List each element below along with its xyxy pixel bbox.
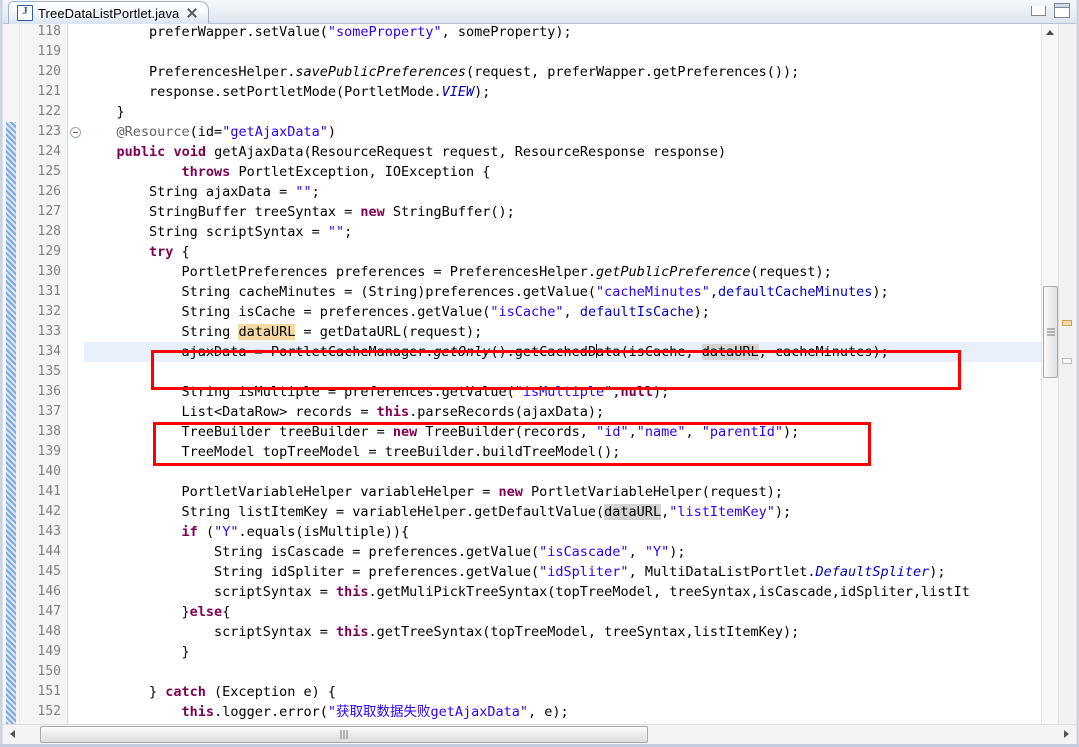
code-line: @Resource(id="getAjaxData") [116, 124, 336, 140]
scroll-up-arrow-icon[interactable] [1042, 24, 1059, 41]
overview-ruler[interactable] [1058, 24, 1076, 724]
vertical-scrollbar[interactable] [1041, 24, 1059, 724]
line-number: 119 [37, 44, 61, 59]
code-line: public void getAjaxData(ResourceRequest … [116, 144, 727, 160]
code-line: String dataURL = getDataURL(request); [84, 324, 483, 340]
minimize-icon[interactable] [1031, 5, 1046, 16]
code-line: ajaxData = PortletCacheManager.getOnly()… [84, 344, 889, 360]
line-number: 139 [37, 444, 61, 459]
horizontal-scrollbar[interactable] [3, 724, 1076, 744]
marker-bar[interactable] [3, 24, 20, 724]
folding-column[interactable] [68, 24, 84, 724]
line-number: 141 [37, 484, 61, 499]
fold-collapse-icon[interactable] [70, 127, 81, 138]
code-line: String ajaxData = ""; [84, 184, 320, 200]
code-line: preferWapper.setValue("someProperty", so… [84, 24, 572, 40]
line-number: 145 [37, 564, 61, 579]
overview-marker-occurrence-2 [1062, 358, 1072, 364]
code-editor: 118 119 120 121 122 123 124 125 126 127 128 129 130 1… [3, 24, 1076, 724]
code-line: }else{ [84, 604, 231, 620]
line-number: 134 [37, 344, 61, 359]
code-line: String idSpliter = preferences.getValue(… [84, 564, 946, 580]
editor-tab-treedatalistportlet[interactable]: TreeDataListPortlet.java [8, 1, 210, 24]
code-line: throws PortletException, IOException { [181, 164, 491, 180]
scroll-thumb-grip-icon [1047, 327, 1055, 338]
code-line: } [84, 104, 125, 120]
java-file-icon [17, 4, 33, 21]
code-line: String isCascade = preferences.getValue(… [84, 544, 686, 560]
line-number: 135 [37, 364, 61, 379]
code-line: List<DataRow> records = this.parseRecord… [84, 404, 605, 420]
line-number: 152 [37, 704, 61, 719]
code-line: StringBuffer treeSyntax = new StringBuff… [84, 204, 515, 220]
eclipse-editor-window: TreeDataListPortlet.java 118 119 120 121 122… [0, 0, 1079, 747]
code-line: PortletVariableHelper variableHelper = n… [84, 484, 783, 500]
code-line: } [84, 644, 190, 660]
line-number: 137 [37, 404, 61, 419]
code-line: try { [149, 244, 190, 260]
line-number-gutter: 118 119 120 121 122 123 124 125 126 127 128 129 130 1… [20, 24, 68, 724]
code-line: } catch (Exception e) { [84, 684, 336, 700]
line-number: 118 [37, 24, 61, 39]
scroll-right-arrow-icon[interactable] [1056, 725, 1076, 744]
line-number: 132 [37, 304, 61, 319]
line-number: 123 [37, 124, 61, 139]
code-line: if ("Y".equals(isMultiple)){ [181, 524, 410, 540]
line-number: 124 [37, 144, 61, 159]
code-line: response.setPortletMode(PortletMode.VIEW… [84, 84, 491, 100]
line-number: 143 [37, 524, 61, 539]
scroll-left-arrow-icon[interactable] [3, 725, 23, 744]
line-number: 130 [37, 264, 61, 279]
code-line: PreferencesHelper.savePublicPreferences(… [84, 64, 800, 80]
line-number: 120 [37, 64, 61, 79]
line-number: 125 [37, 164, 61, 179]
code-line: this.logger.error("获取取数据失败getAjaxData", … [181, 704, 569, 720]
line-number: 138 [37, 424, 61, 439]
code-line: TreeBuilder treeBuilder = new TreeBuilde… [84, 424, 800, 440]
code-text-area[interactable]: preferWapper.setValue("someProperty", so… [84, 24, 1076, 724]
line-number: 147 [37, 604, 61, 619]
vertical-scroll-thumb[interactable] [1043, 286, 1058, 378]
line-number: 136 [37, 384, 61, 399]
line-number: 142 [37, 504, 61, 519]
code-line: scriptSyntax = this.getTreeSyntax(topTre… [84, 624, 800, 640]
line-number: 149 [37, 644, 61, 659]
code-line: scriptSyntax = this.getMuliPickTreeSynta… [84, 584, 970, 600]
line-number: 127 [37, 204, 61, 219]
window-controls [1031, 3, 1070, 18]
horizontal-scroll-thumb[interactable] [40, 726, 648, 743]
line-number: 133 [37, 324, 61, 339]
line-number: 150 [37, 664, 61, 679]
line-number: 126 [37, 184, 61, 199]
line-number: 148 [37, 624, 61, 639]
close-icon[interactable] [186, 7, 198, 19]
code-line: String scriptSyntax = ""; [84, 224, 353, 240]
line-number: 129 [37, 244, 61, 259]
line-number: 151 [37, 684, 61, 699]
line-number: 144 [37, 544, 61, 559]
line-number: 146 [37, 584, 61, 599]
code-line: TreeModel topTreeModel = treeBuilder.bui… [84, 444, 621, 460]
code-line: PortletPreferences preferences = Prefere… [84, 264, 832, 280]
code-line: String isMultiple = preferences.getValue… [84, 384, 670, 400]
overview-marker-occurrence [1062, 320, 1072, 326]
editor-tab-label: TreeDataListPortlet.java [38, 5, 180, 21]
line-number: 128 [37, 224, 61, 239]
editor-tab-bar: TreeDataListPortlet.java [3, 0, 1076, 24]
code-line: String isCache = preferences.getValue("i… [84, 304, 710, 320]
line-number: 140 [37, 464, 61, 479]
line-number: 131 [37, 284, 61, 299]
code-line: String listItemKey = variableHelper.getD… [84, 504, 792, 520]
maximize-icon[interactable] [1054, 3, 1070, 18]
line-number: 122 [37, 104, 61, 119]
code-line: String cacheMinutes = (String)preference… [84, 284, 889, 300]
change-marker-bar [6, 122, 16, 724]
line-number: 121 [37, 84, 61, 99]
scroll-thumb-grip-icon [340, 726, 349, 744]
